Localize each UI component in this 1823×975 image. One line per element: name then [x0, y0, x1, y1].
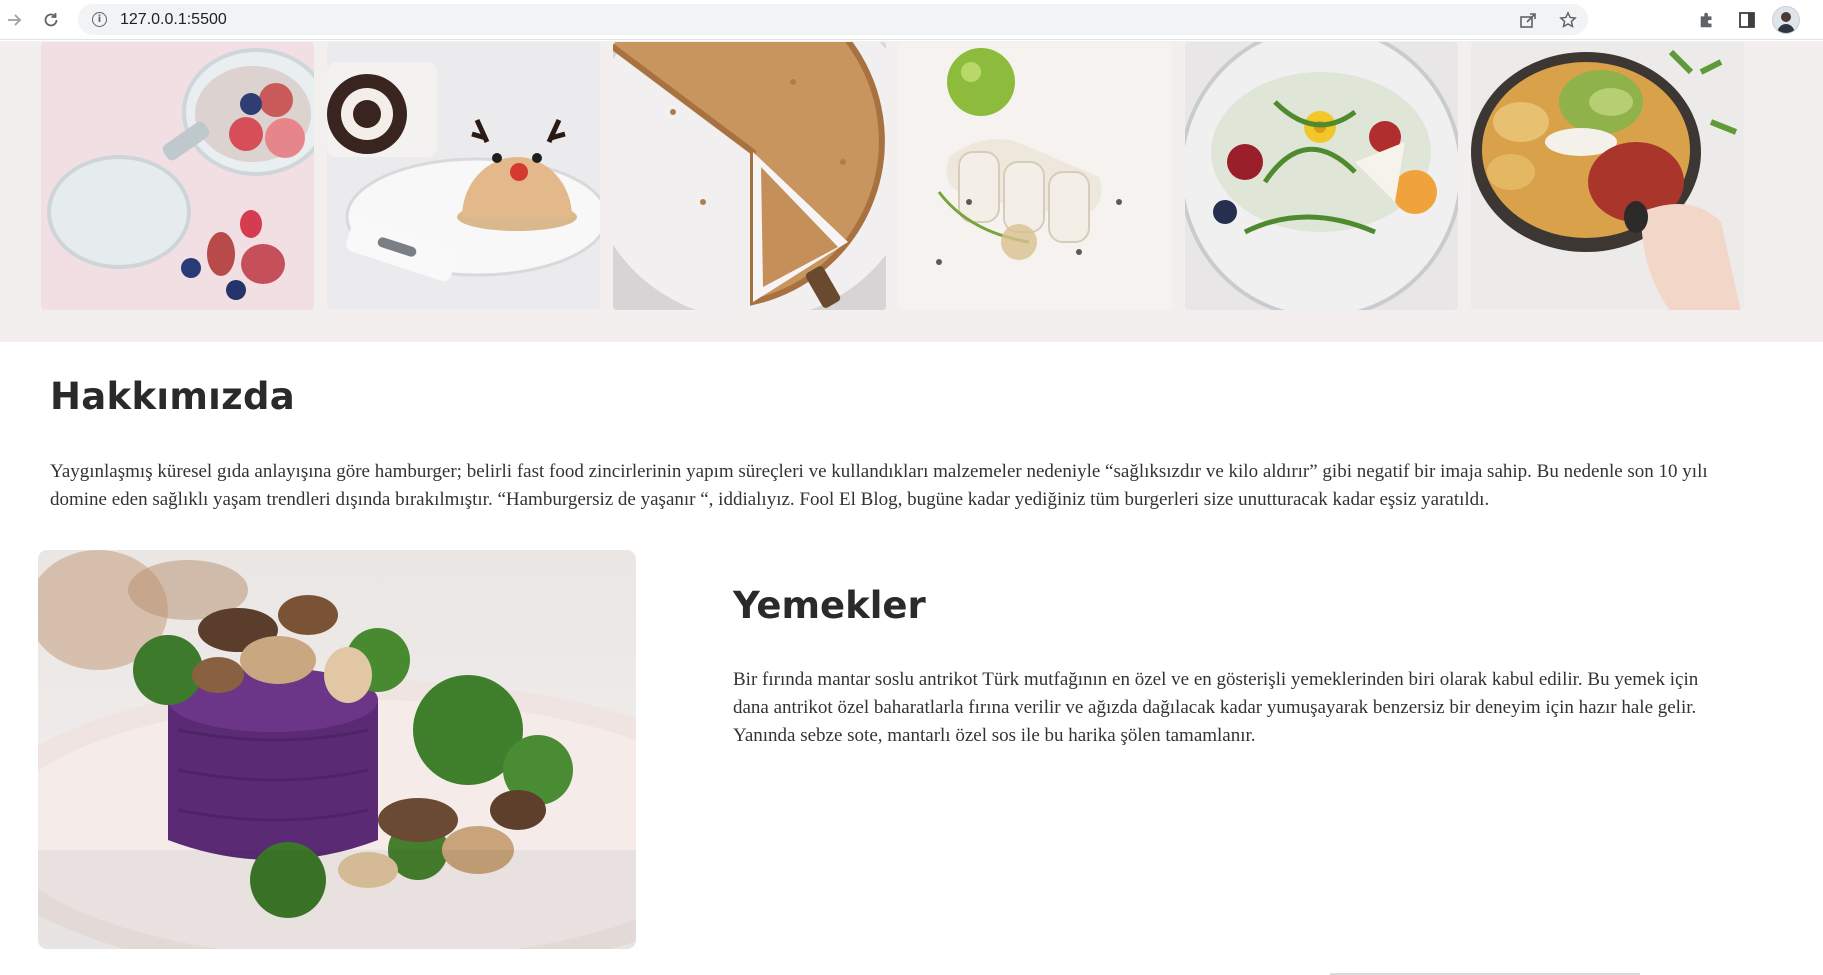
food-text: Bir fırında mantar soslu antrikot Türk m… — [733, 669, 1699, 746]
address-bar[interactable]: i 127.0.0.1:5500 — [78, 4, 1588, 35]
about-text: Yaygınlaşmış küresel gıda anlayışına gör… — [50, 461, 1708, 510]
info-icon[interactable]: i — [92, 12, 107, 27]
avocado-bowl-image — [1471, 42, 1744, 310]
gallery-band — [0, 41, 1823, 342]
about-title: Hakkımızda — [50, 375, 296, 418]
mushroom-purple-puree-image — [38, 550, 636, 949]
side-panel-icon[interactable] — [1732, 5, 1762, 35]
lime-fish-appetizer-image — [899, 42, 1172, 310]
food-title: Yemekler — [733, 584, 926, 627]
swiss-roll-reindeer-cake-image — [327, 42, 600, 310]
forward-arrow-icon[interactable] — [0, 6, 28, 34]
reload-icon[interactable] — [37, 6, 65, 34]
pie-slice-image — [613, 42, 886, 310]
gallery-image[interactable] — [1471, 42, 1744, 310]
gallery-image[interactable] — [613, 42, 886, 310]
share-icon[interactable] — [1508, 11, 1548, 29]
gallery-image[interactable] — [1185, 42, 1458, 310]
extensions-puzzle-icon[interactable] — [1692, 5, 1722, 35]
salad-bowl-image — [1185, 42, 1458, 310]
profile-avatar[interactable] — [1772, 5, 1800, 34]
gallery-image[interactable] — [899, 42, 1172, 310]
gallery-image[interactable] — [327, 42, 600, 310]
browser-toolbar: i 127.0.0.1:5500 — [0, 0, 1823, 40]
fig-chia-pudding-image — [41, 42, 314, 310]
bookmark-star-icon[interactable] — [1548, 10, 1588, 29]
url-text[interactable]: 127.0.0.1:5500 — [120, 11, 227, 29]
gallery-image[interactable] — [41, 42, 314, 310]
food-photo[interactable] — [38, 550, 636, 949]
